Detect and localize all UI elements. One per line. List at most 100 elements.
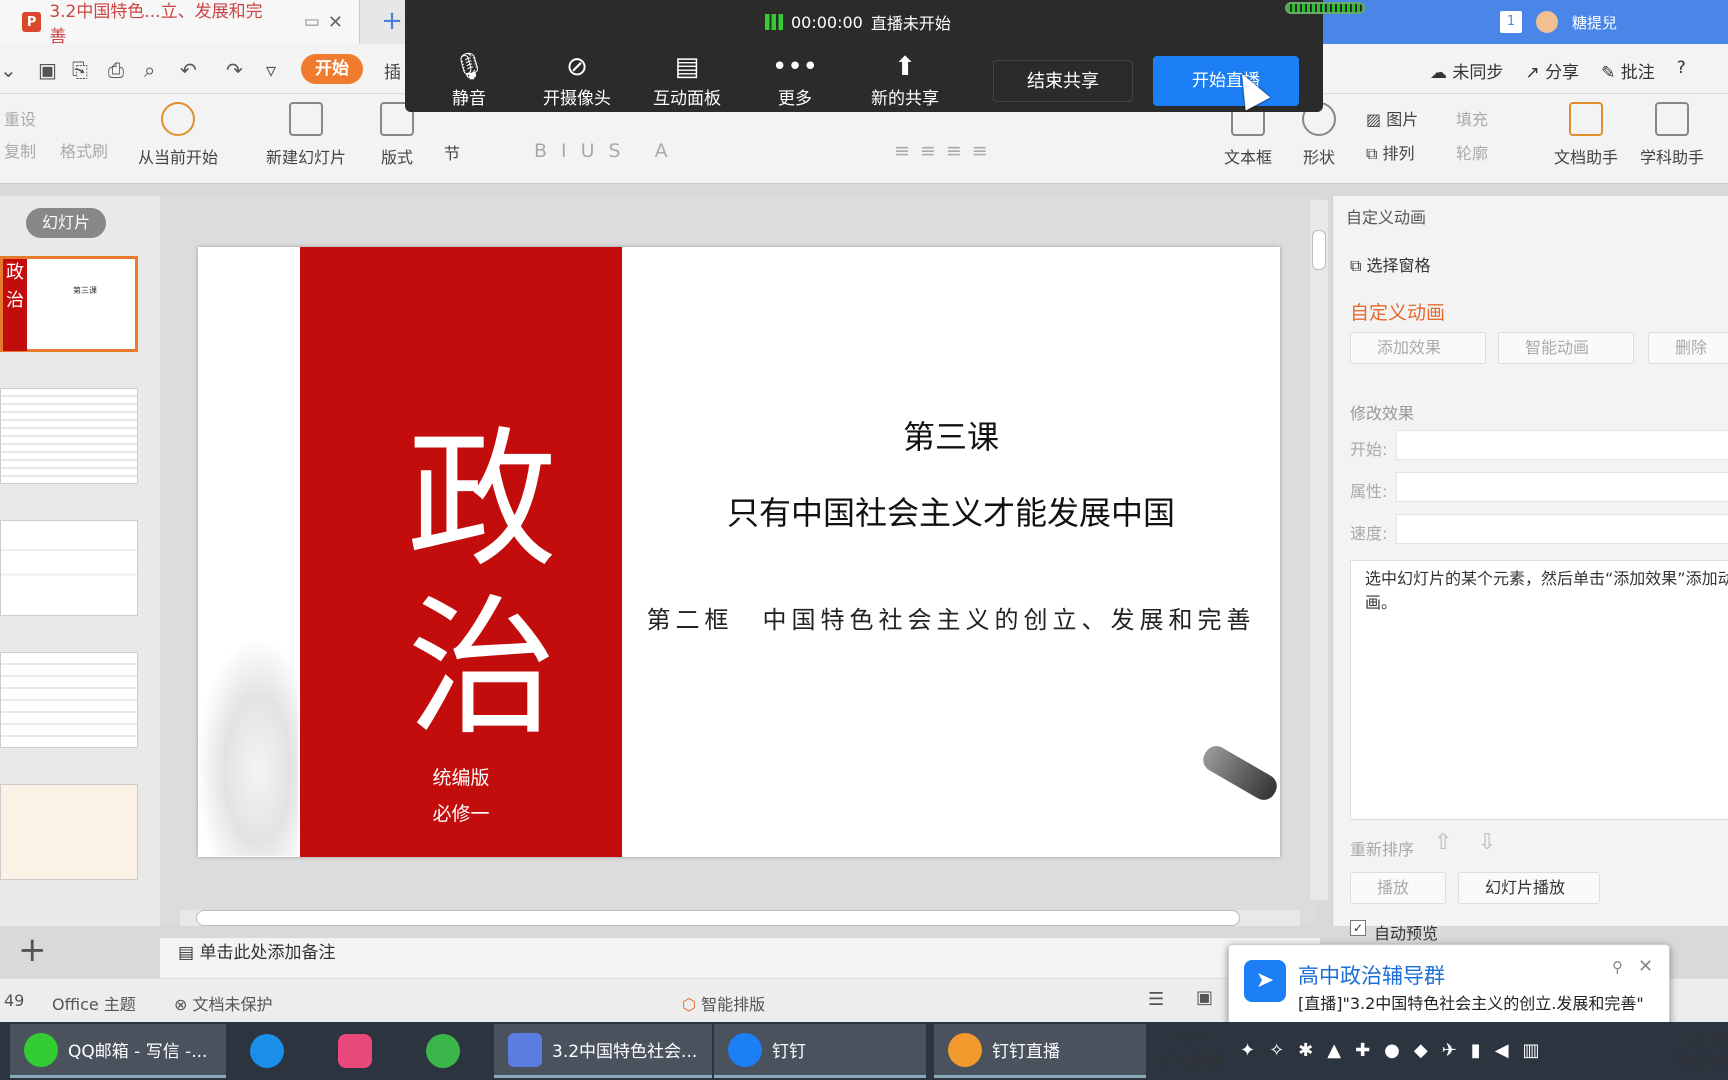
move-down-icon[interactable]: ⇩	[1478, 830, 1496, 855]
microphone-icon: 🎙	[452, 52, 486, 82]
paragraph-icons[interactable]: ≡≡≡≡	[894, 140, 998, 162]
theme-name[interactable]: Office 主题	[52, 991, 136, 1015]
clock[interactable]: 12:15 2022/8/3	[1672, 1028, 1728, 1072]
end-share-button[interactable]: 结束共享	[993, 60, 1133, 102]
live-status: 00:00:00 直播未开始	[765, 10, 951, 34]
smart-layout-button[interactable]: ⬡ 智能排版	[682, 991, 765, 1015]
delete-button[interactable]: 删除	[1648, 332, 1728, 364]
font-format-icons[interactable]: BIUS A	[534, 140, 682, 162]
property-label: 属性:	[1350, 482, 1388, 501]
format-painter-button[interactable]: 格式刷	[60, 138, 108, 162]
help-icon[interactable]: ?	[1677, 58, 1686, 83]
property-field[interactable]	[1396, 472, 1728, 502]
print-icon[interactable]: ⎙	[108, 58, 124, 82]
new-slide-icon	[289, 102, 323, 136]
pin-icon[interactable]: ⚲	[1612, 958, 1623, 976]
add-slide-icon[interactable]: +	[18, 930, 47, 970]
slide-thumbnail[interactable]	[0, 388, 138, 484]
slide-thumbnail[interactable]: 政治 第三课	[0, 256, 138, 352]
taskbar-item-player[interactable]	[412, 1024, 482, 1078]
title-red-panel: 政 治 统编版 必修一	[300, 247, 622, 857]
doc-assistant-button[interactable]: 文档助手	[1554, 102, 1618, 168]
protect-status[interactable]: ⊗ 文档未保护	[174, 991, 273, 1015]
move-up-icon[interactable]: ⇧	[1434, 830, 1452, 855]
user-name[interactable]: 糖提兒	[1572, 12, 1617, 33]
smart-animation-button[interactable]: 智能动画	[1498, 332, 1634, 364]
chevron-down-icon[interactable]: ⌄	[0, 58, 17, 82]
notification-popup[interactable]	[1228, 944, 1670, 1034]
tab-insert[interactable]: 插	[384, 58, 401, 83]
page-number: 49	[4, 991, 25, 1010]
review-button[interactable]: ✎ 批注	[1601, 58, 1655, 83]
redo-icon[interactable]: ↷	[226, 58, 243, 82]
fill-button[interactable]: 填充	[1456, 106, 1488, 130]
dingtalk-icon: ➤	[1244, 960, 1286, 1002]
export-icon[interactable]: ⎘	[72, 58, 88, 82]
select-pane-button[interactable]: ⧉ 选择窗格	[1350, 252, 1431, 276]
print-preview-icon[interactable]: ⌕	[144, 58, 155, 82]
notes-icon: ▤	[178, 943, 195, 963]
add-effect-button[interactable]: 添加效果	[1350, 332, 1486, 364]
start-field[interactable]	[1396, 430, 1728, 460]
cloud-icon: ☁	[1430, 63, 1447, 83]
new-share-button[interactable]: ⬆ 新的共享	[865, 52, 945, 109]
taskbar-item-qqmail[interactable]: QQ邮箱 - 写信 -...	[10, 1024, 226, 1078]
undo-icon[interactable]: ↶	[180, 58, 197, 82]
avatar[interactable]	[1536, 11, 1558, 33]
outline-button[interactable]: 轮廓	[1456, 140, 1488, 164]
camera-button[interactable]: ⊘ 开摄像头	[537, 52, 617, 109]
vertical-scroll-thumb[interactable]	[1312, 230, 1326, 270]
play-icon	[161, 102, 195, 136]
taskbar-item-dingtalk[interactable]: 钉钉	[714, 1024, 926, 1078]
notes-area[interactable]: ▤ 单击此处添加备注	[160, 938, 1320, 978]
subject-assistant-button[interactable]: 学科助手	[1640, 102, 1704, 168]
taskbar-item-wps[interactable]: 3.2中国特色社会...	[494, 1024, 712, 1078]
customize-icon[interactable]: ▿	[266, 58, 276, 82]
slide-thumbnail[interactable]	[0, 652, 138, 748]
reset-button[interactable]: 重设	[4, 106, 36, 130]
lesson-title: 第三课	[902, 418, 999, 456]
close-tab-icon[interactable]: ✕	[328, 12, 343, 33]
horizontal-scroll-thumb[interactable]	[196, 910, 1240, 926]
mute-button[interactable]: 🎙 静音	[429, 52, 509, 109]
live-timer: 00:00:00	[791, 12, 863, 32]
copy-button[interactable]: 复制	[4, 138, 36, 162]
save-icon[interactable]: ▣	[38, 58, 57, 82]
tray-icons[interactable]: ✦✧✱▲✚●◆✈▮◀▥	[1240, 1040, 1554, 1061]
share-button[interactable]: ↗ 分享	[1525, 58, 1579, 83]
slide-thumbnail[interactable]	[0, 784, 138, 880]
start-live-button[interactable]: 开始直播	[1153, 56, 1299, 106]
section-button[interactable]: 节	[444, 140, 460, 164]
document-tab[interactable]: P 3.2中国特色...立、发展和完善 ▭ ✕	[0, 0, 360, 47]
tab-start[interactable]: 开始	[301, 54, 363, 84]
view-toggle-icon[interactable]: ☰	[1148, 989, 1164, 1010]
picture-icon: ▨	[1366, 110, 1382, 129]
slideshow-button[interactable]: 幻灯片播放	[1458, 872, 1600, 904]
pane-header[interactable]: 自定义动画	[1346, 204, 1426, 228]
close-icon[interactable]: ✕	[1638, 956, 1653, 977]
auto-preview-checkbox[interactable]: ✓	[1350, 920, 1366, 936]
window-count-badge[interactable]: 1	[1500, 11, 1522, 33]
more-button[interactable]: ••• 更多	[755, 52, 835, 109]
speed-field[interactable]	[1396, 514, 1728, 544]
vertical-scrollbar[interactable]	[1310, 200, 1328, 900]
lesson-subtitle: 只有中国社会主义才能发展中国	[726, 494, 1175, 532]
youku-icon	[338, 1034, 372, 1068]
taskbar-item-dingtalk-live[interactable]: 钉钉直播	[934, 1024, 1146, 1078]
sync-button[interactable]: ☁ 未同步	[1430, 58, 1503, 83]
taskbar-item-youku[interactable]	[324, 1024, 394, 1078]
slides-tab[interactable]: 幻灯片	[26, 208, 106, 238]
screen-icon[interactable]: ▭	[304, 12, 320, 32]
taskbar-item-k[interactable]	[236, 1024, 306, 1078]
camera-off-icon: ⊘	[566, 52, 588, 82]
arrange-button[interactable]: ⧉ 排列	[1366, 140, 1415, 164]
new-slide-button[interactable]: 新建幻灯片	[266, 102, 346, 168]
from-current-button[interactable]: 从当前开始	[138, 102, 218, 168]
big-char-zhi: 治	[406, 582, 557, 756]
interactive-panel-button[interactable]: ▤ 互动面板	[647, 52, 727, 109]
normal-view-icon[interactable]: ▣	[1196, 987, 1213, 1008]
play-button[interactable]: 播放	[1350, 872, 1446, 904]
video-player-icon	[426, 1034, 460, 1068]
slide-thumbnail[interactable]	[0, 520, 138, 616]
picture-button[interactable]: ▨ 图片	[1366, 106, 1418, 130]
